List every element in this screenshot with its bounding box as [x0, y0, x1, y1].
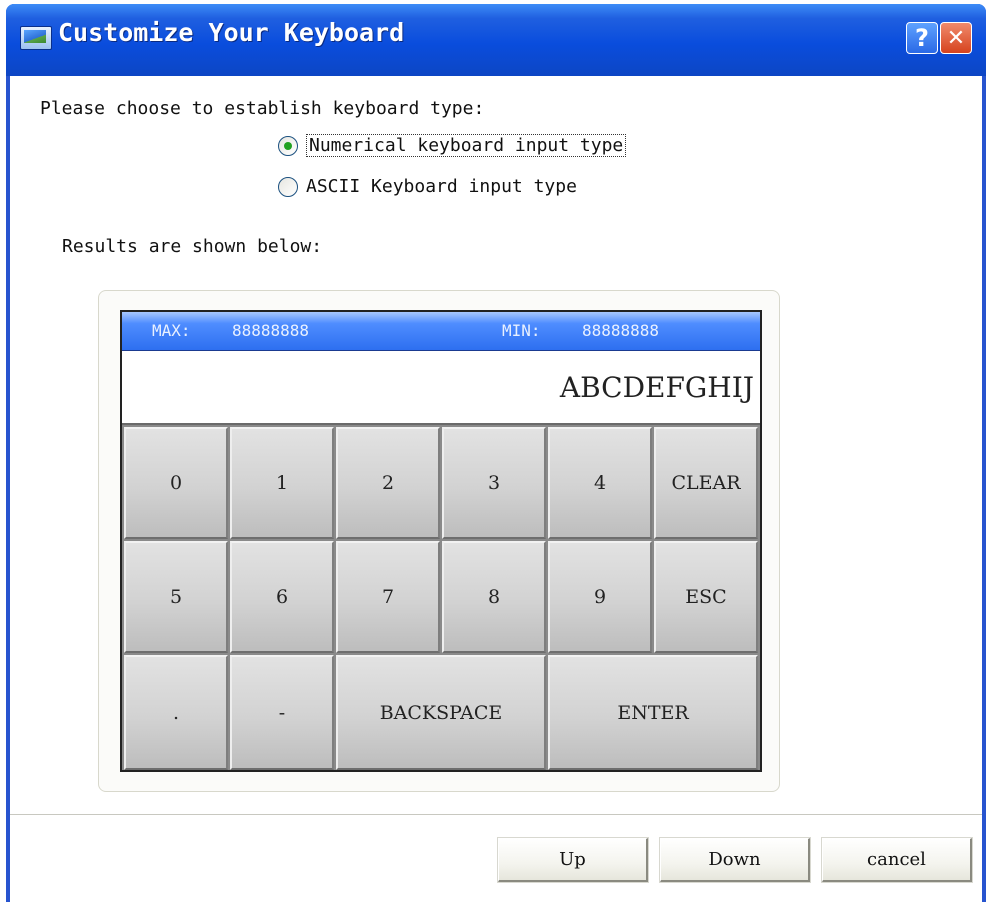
max-value: 88888888 — [232, 321, 310, 340]
radio-unselected-icon[interactable] — [278, 176, 298, 197]
radio-label-numerical[interactable]: Numerical keyboard input type — [306, 134, 627, 157]
key-enter[interactable]: ENTER — [548, 655, 758, 770]
keypad-display: ABCDEFGHIJ — [122, 351, 760, 425]
window-app-icon — [20, 26, 52, 50]
radio-label-ascii[interactable]: ASCII Keyboard input type — [306, 176, 577, 197]
key-0[interactable]: 0 — [124, 427, 228, 539]
key-minus[interactable]: - — [230, 655, 334, 770]
cancel-button[interactable]: cancel — [821, 837, 973, 883]
key-esc[interactable]: ESC — [654, 541, 758, 653]
max-label: MAX: — [152, 321, 191, 340]
keyboard-type-prompt: Please choose to establish keyboard type… — [40, 98, 485, 119]
dialog-window: Customize Your Keyboard ? ✕ Please choos… — [6, 4, 986, 902]
title-bar[interactable]: Customize Your Keyboard ? ✕ — [6, 4, 986, 76]
key-9[interactable]: 9 — [548, 541, 652, 653]
footer-separator — [10, 814, 982, 818]
results-label: Results are shown below: — [62, 236, 323, 257]
key-2[interactable]: 2 — [336, 427, 440, 539]
key-clear[interactable]: CLEAR — [654, 427, 758, 539]
window-title: Customize Your Keyboard — [58, 18, 405, 47]
key-4[interactable]: 4 — [548, 427, 652, 539]
radio-option-ascii[interactable]: ASCII Keyboard input type — [278, 176, 577, 197]
close-button[interactable]: ✕ — [940, 22, 972, 54]
key-decimal[interactable]: . — [124, 655, 228, 770]
key-1[interactable]: 1 — [230, 427, 334, 539]
key-5[interactable]: 5 — [124, 541, 228, 653]
help-button[interactable]: ? — [906, 22, 938, 54]
dialog-client-area: Please choose to establish keyboard type… — [10, 76, 982, 902]
key-7[interactable]: 7 — [336, 541, 440, 653]
down-button[interactable]: Down — [659, 837, 811, 883]
radio-option-numerical[interactable]: Numerical keyboard input type — [278, 134, 627, 157]
min-value: 88888888 — [582, 321, 660, 340]
key-6[interactable]: 6 — [230, 541, 334, 653]
radio-selected-icon[interactable] — [278, 135, 298, 156]
key-backspace[interactable]: BACKSPACE — [336, 655, 546, 770]
keypad-range-header: MAX: 88888888 MIN: 88888888 — [122, 312, 760, 351]
key-8[interactable]: 8 — [442, 541, 546, 653]
keypad-preview: MAX: 88888888 MIN: 88888888 ABCDEFGHIJ 0… — [120, 310, 762, 772]
min-label: MIN: — [502, 321, 541, 340]
up-button[interactable]: Up — [497, 837, 649, 883]
key-3[interactable]: 3 — [442, 427, 546, 539]
